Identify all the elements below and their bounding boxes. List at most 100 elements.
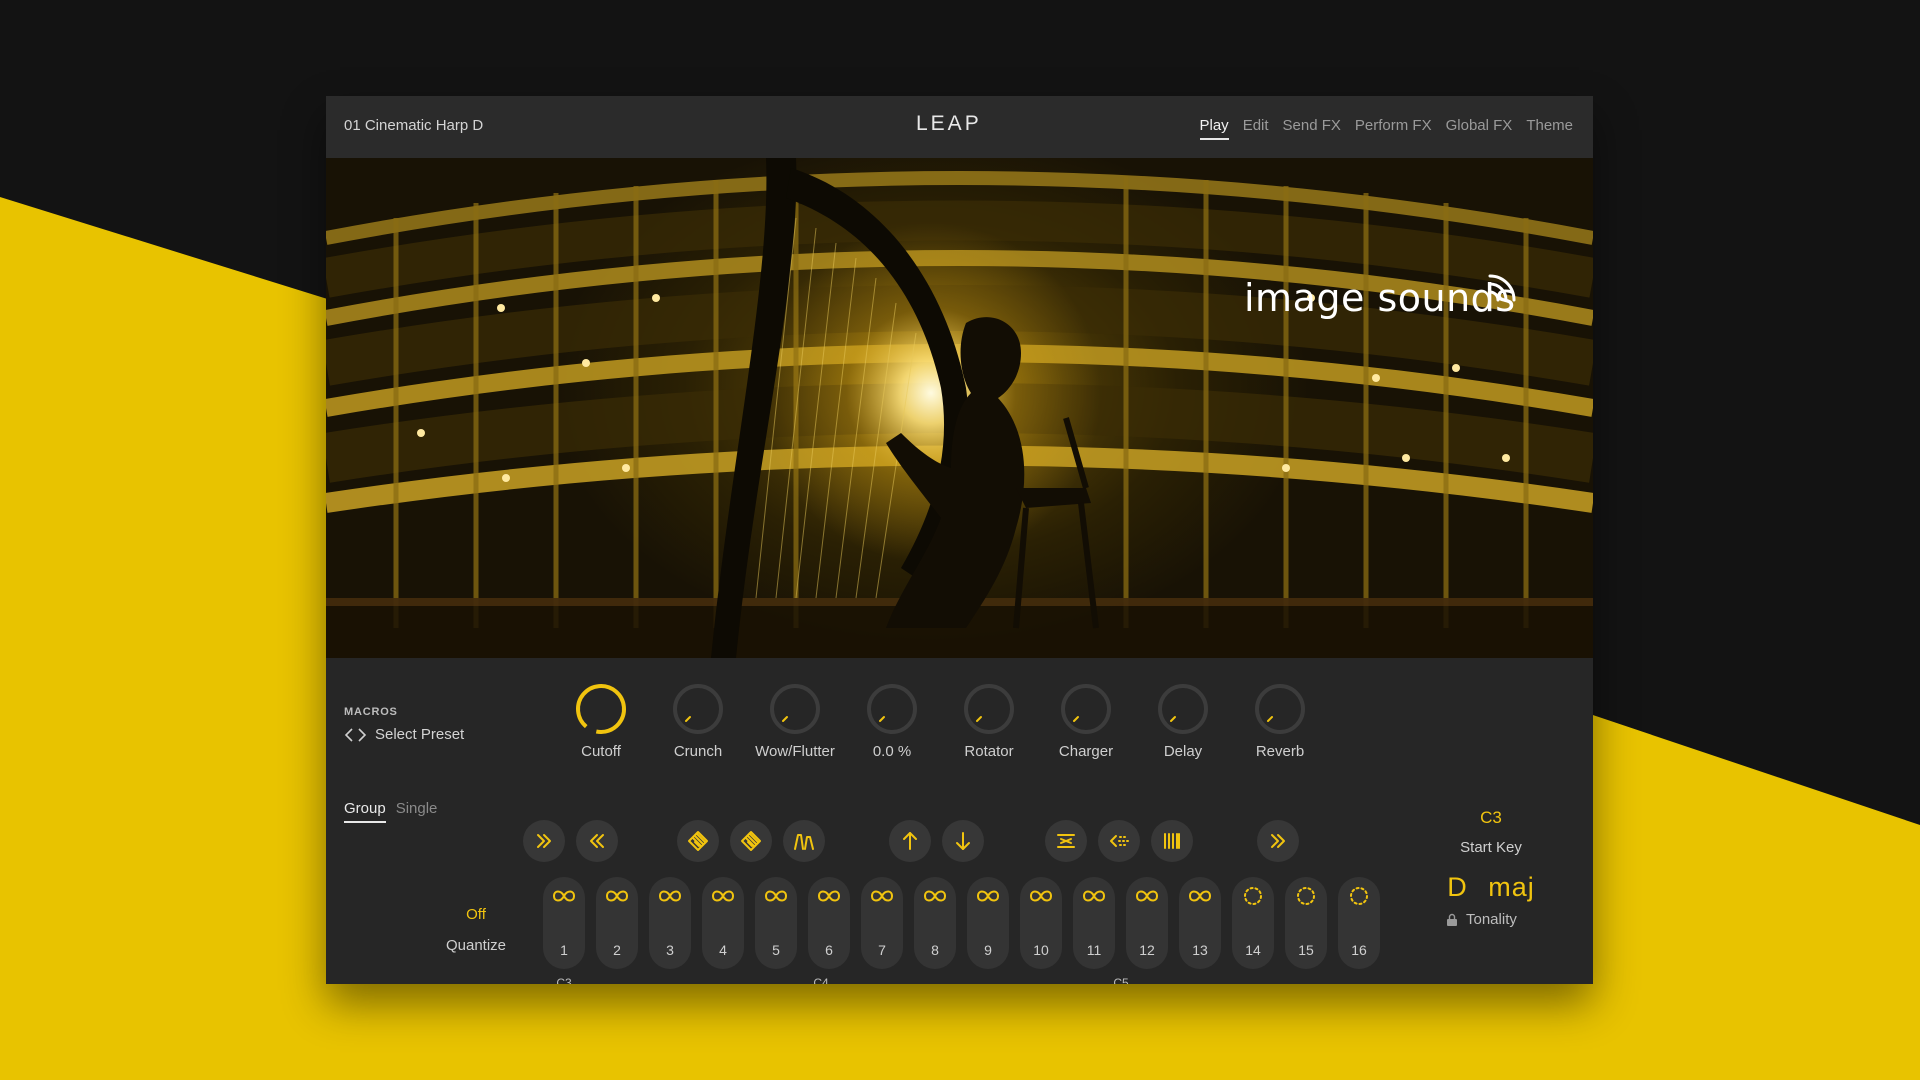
pad-16[interactable]: 16 [1338,877,1380,969]
fx-button-4[interactable] [730,820,772,862]
loop-icon [712,890,734,902]
pitch-up-icon [903,832,917,850]
knob-indicator [1170,716,1176,722]
fx-button-5[interactable] [783,820,825,862]
fx-button-10[interactable] [1151,820,1193,862]
pad-8[interactable]: 8 [914,877,956,969]
pad-15[interactable]: 15 [1285,877,1327,969]
pad-3[interactable]: 3 [649,877,691,969]
theater-harp-illustration [326,158,1593,658]
knob-indicator [976,716,982,722]
loop-icon [924,890,946,902]
tab-perform-fx[interactable]: Perform FX [1355,117,1432,140]
lock-icon[interactable] [1446,913,1458,927]
preset-name[interactable]: 01 Cinematic Harp D [344,117,483,134]
note-label-c4: C4 [813,976,829,984]
tonality-root[interactable]: D [1447,872,1468,903]
plugin-window: 01 Cinematic Harp D LEAP Play Edit Send … [326,96,1593,984]
knob-dial-icon[interactable] [1059,682,1113,736]
fx-button-9[interactable] [1098,820,1140,862]
knob-dial-icon[interactable] [865,682,919,736]
knob-label: Reverb [1255,743,1305,760]
quantize-value[interactable]: Off [436,906,516,923]
macros-title: MACROS [344,706,398,718]
pad-6[interactable]: 6 [808,877,850,969]
pad-number: 3 [666,942,674,958]
tab-theme[interactable]: Theme [1526,117,1573,140]
knob-label: 0.0 % [872,743,912,760]
knob-dial-icon[interactable] [1156,682,1210,736]
macro-knob-5[interactable]: Rotator [942,682,1036,760]
knob-label: Charger [1058,743,1114,760]
pad-9[interactable]: 9 [967,877,1009,969]
loop-icon [606,890,628,902]
knob-dial-icon[interactable] [574,682,628,736]
knob-dial-icon[interactable] [768,682,822,736]
tab-edit[interactable]: Edit [1243,117,1269,140]
loop-icon [553,890,575,902]
loop-icon [977,890,999,902]
knob-label: Wow/Flutter [755,743,835,760]
fx-button-7[interactable] [942,820,984,862]
bars-icon [1164,833,1180,849]
tab-global-fx[interactable]: Global FX [1446,117,1513,140]
pad-number: 10 [1033,942,1049,958]
wifi-waves-icon [1488,274,1516,302]
pad-5[interactable]: 5 [755,877,797,969]
macro-knob-2[interactable]: Crunch [651,682,745,760]
loop-icon [765,890,787,902]
knob-dial-icon[interactable] [962,682,1016,736]
macro-knob-4[interactable]: 0.0 % [845,682,939,760]
macro-knob-6[interactable]: Charger [1039,682,1133,760]
tonality-scale[interactable]: maj [1488,872,1535,903]
loop-icon [818,890,840,902]
pad-10[interactable]: 10 [1020,877,1062,969]
chevron-left-icon[interactable] [344,727,354,742]
pad-number: 1 [560,942,568,958]
knob-indicator [782,716,788,722]
pad-number: 7 [878,942,886,958]
macro-knob-1[interactable]: Cutoff [554,682,648,760]
top-bar: 01 Cinematic Harp D LEAP Play Edit Send … [326,96,1593,158]
knob-dial-icon[interactable] [1253,682,1307,736]
tab-single[interactable]: Single [396,800,438,823]
chevron-right-icon[interactable] [357,727,367,742]
tab-group[interactable]: Group [344,800,386,823]
pad-number: 8 [931,942,939,958]
macro-knob-3[interactable]: Wow/Flutter [748,682,842,760]
pad-13[interactable]: 13 [1179,877,1221,969]
fx-button-3[interactable] [677,820,719,862]
macro-knob-7[interactable]: Delay [1136,682,1230,760]
loop-icon [1083,890,1105,902]
fx-button-2[interactable] [576,820,618,862]
loop-icon [1189,890,1211,902]
pad-14[interactable]: 14 [1232,877,1274,969]
loop-icon [1030,890,1052,902]
fx-button-1[interactable] [523,820,565,862]
pad-number: 6 [825,942,833,958]
one-shot-icon [1350,887,1368,905]
pad-number: 16 [1351,942,1367,958]
macro-preset-selector[interactable]: Select Preset [344,726,464,743]
tab-play[interactable]: Play [1199,117,1229,140]
start-key-value[interactable]: C3 [1451,808,1531,828]
pad-4[interactable]: 4 [702,877,744,969]
start-key-label: Start Key [1460,839,1522,856]
tonality-selector[interactable]: D maj [1426,872,1556,903]
pad-7[interactable]: 7 [861,877,903,969]
knob-dial-icon[interactable] [671,682,725,736]
loop-icon [659,890,681,902]
macro-knob-8[interactable]: Reverb [1233,682,1327,760]
pad-number: 2 [613,942,621,958]
fx-button-8[interactable] [1045,820,1087,862]
fast-forward-icon [537,834,551,848]
fx-button-11[interactable] [1257,820,1299,862]
pad-1[interactable]: 1 [543,877,585,969]
pad-12[interactable]: 12 [1126,877,1168,969]
tab-send-fx[interactable]: Send FX [1283,117,1341,140]
pad-2[interactable]: 2 [596,877,638,969]
pad-11[interactable]: 11 [1073,877,1115,969]
fx-button-6[interactable] [889,820,931,862]
knob-indicator [1267,716,1273,722]
note-label-c5: C5 [1113,976,1129,984]
